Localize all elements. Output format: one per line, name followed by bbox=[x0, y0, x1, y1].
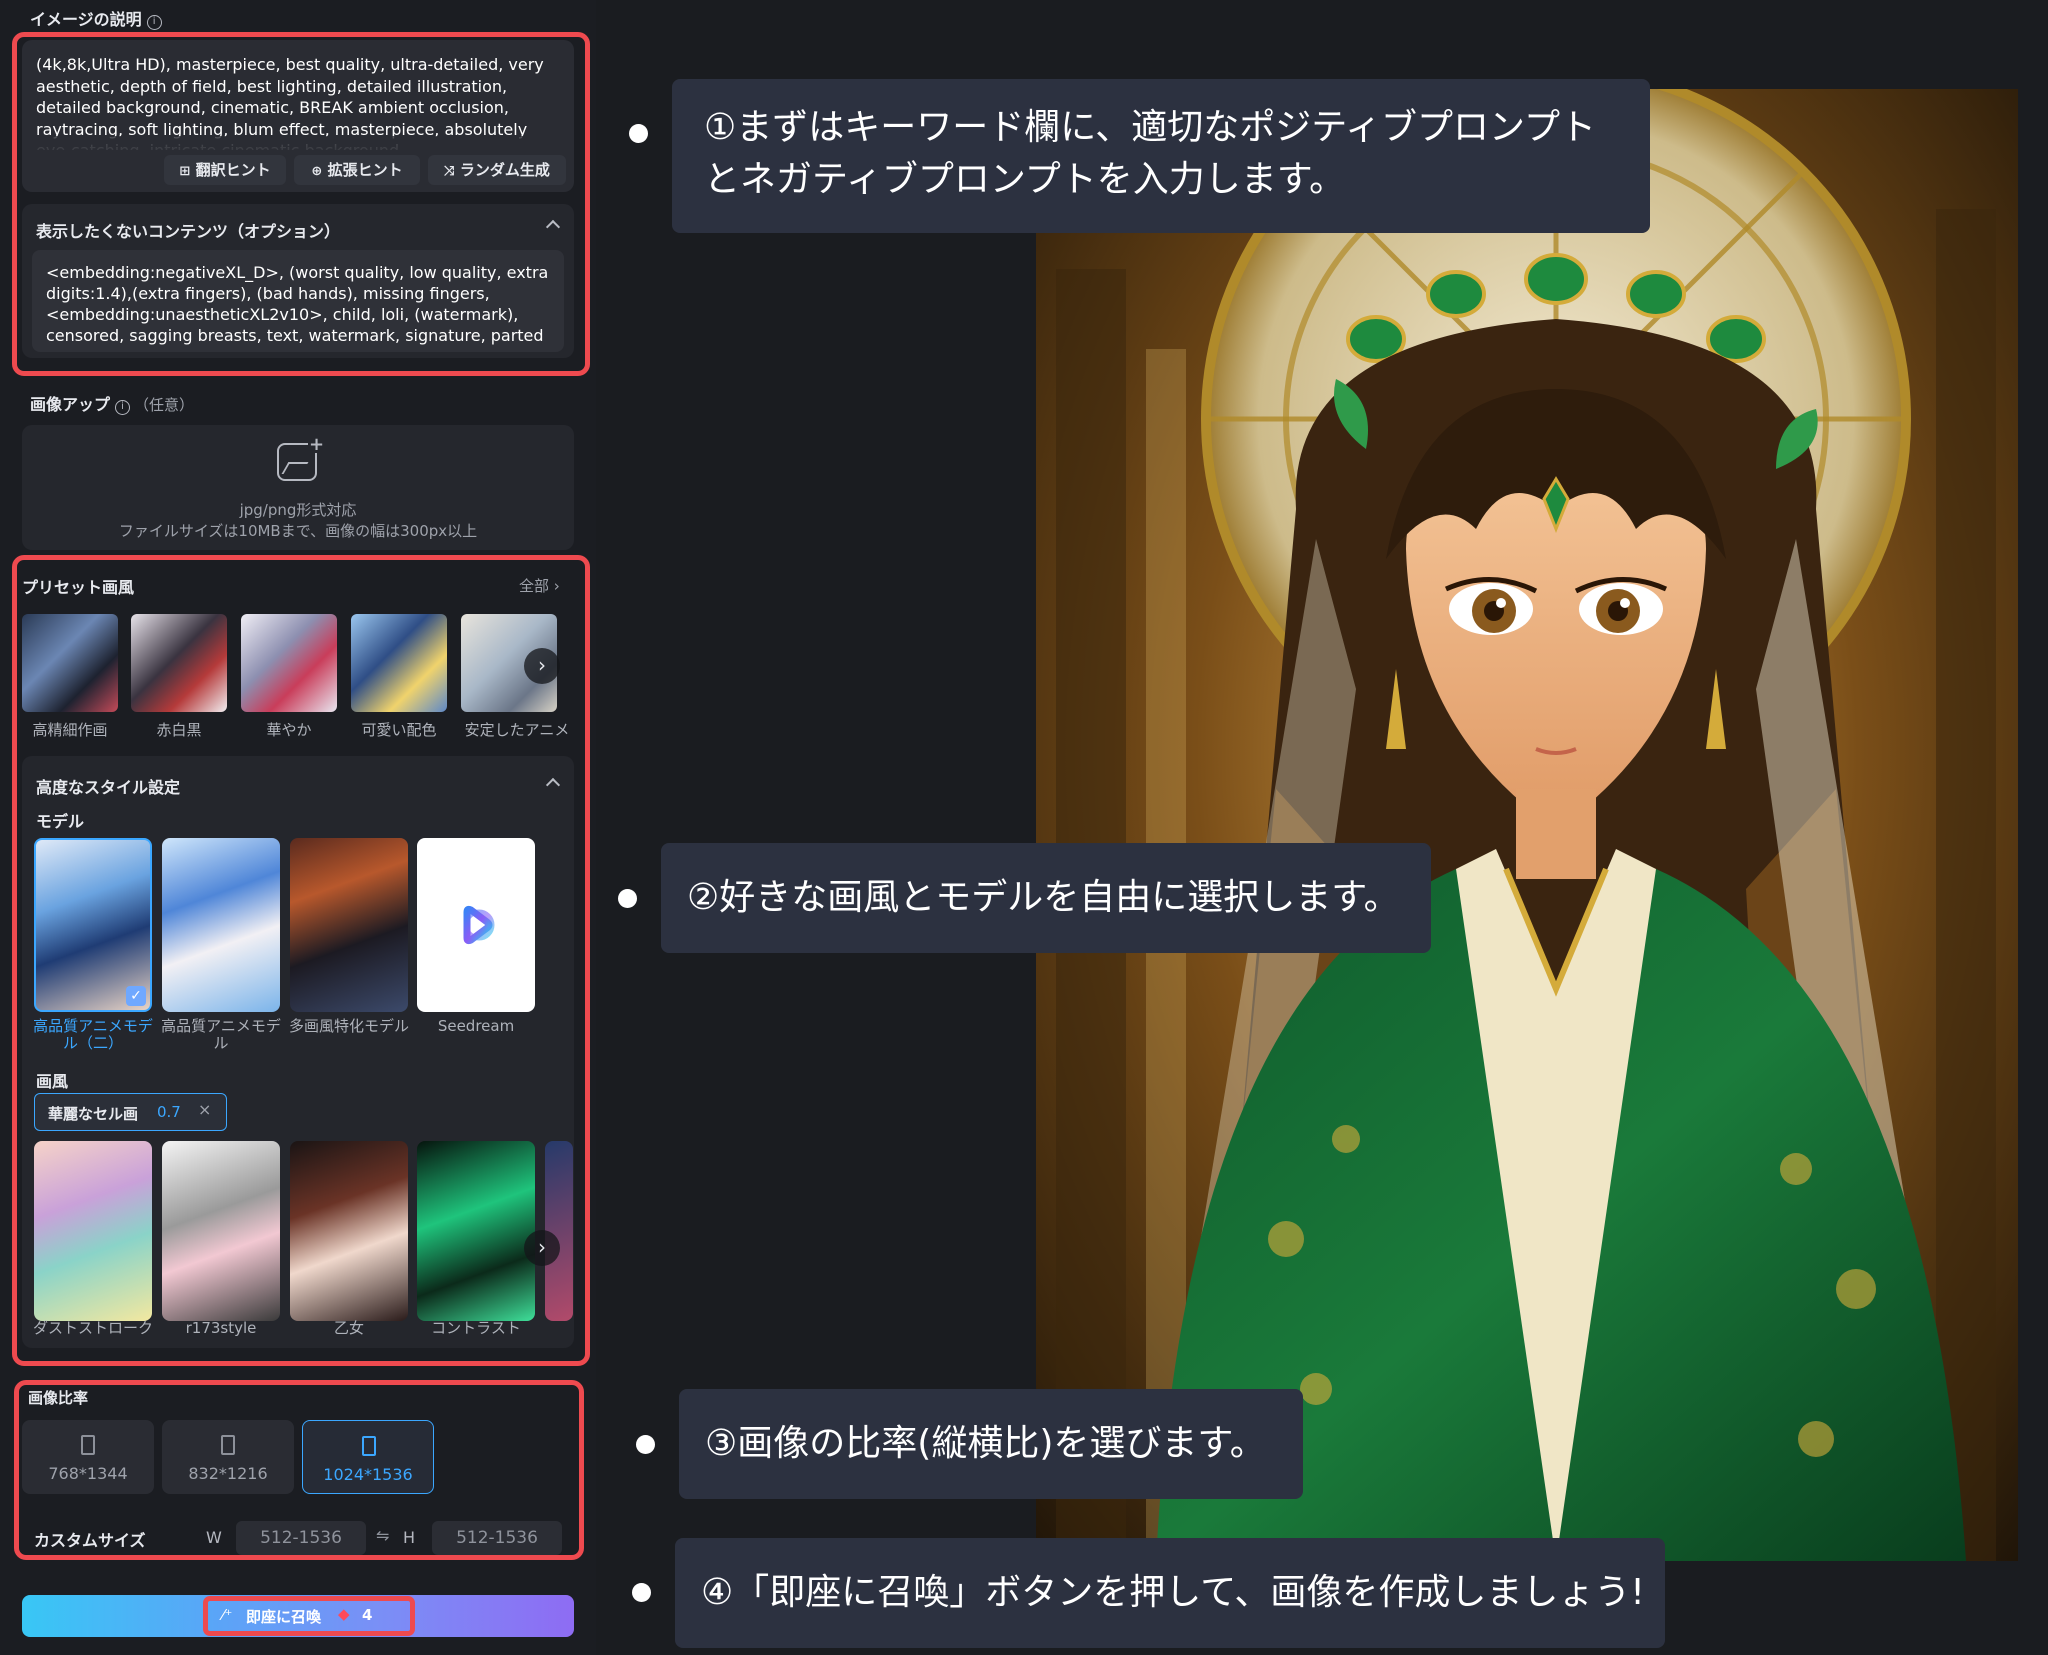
callout-step-4: ④「即座に召喚」ボタンを押して、画像を作成しましょう! bbox=[675, 1538, 1665, 1648]
callout-step-1: ①まずはキーワード欄に、適切なポジティブプロンプトとネガティブプロンプトを入力し… bbox=[672, 79, 1650, 233]
upload-format-text: jpg/png形式対応 bbox=[239, 501, 357, 519]
info-icon[interactable]: i bbox=[146, 15, 162, 30]
description-title-text: イメージの説明 bbox=[30, 10, 142, 29]
upload-title: 画像アップ i （任意） bbox=[30, 391, 194, 415]
settings-panel: イメージの説明 i (4k,8k,Ultra HD), masterpiece, … bbox=[0, 0, 596, 1655]
callout-step-3: ③画像の比率(縦横比)を選びます。 bbox=[679, 1389, 1303, 1499]
callout-bullet-4 bbox=[632, 1583, 651, 1602]
callout-step-3-text: ③画像の比率(縦横比)を選びます。 bbox=[705, 1423, 1266, 1464]
callout-step-1-text: ①まずはキーワード欄に、適切なポジティブプロンプトとネガティブプロンプトを入力し… bbox=[704, 107, 1596, 200]
summon-cost: 4 bbox=[362, 1606, 373, 1624]
callout-bullet-3 bbox=[636, 1435, 655, 1454]
highlight-box-prompts bbox=[12, 32, 590, 376]
image-upload-dropzone[interactable]: + jpg/png形式対応 ファイルサイズは10MBまで、画像の幅は300px以… bbox=[22, 425, 574, 550]
highlight-box-ratio bbox=[14, 1380, 584, 1560]
plus-icon: + bbox=[308, 434, 326, 455]
callout-bullet-2 bbox=[618, 889, 637, 908]
highlight-box-styles bbox=[12, 555, 590, 1366]
callout-step-2-text: ②好きな画風とモデルを自由に選択します。 bbox=[687, 877, 1400, 918]
callout-bullet-1 bbox=[629, 124, 648, 143]
summon-label: 即座に召喚 bbox=[246, 1608, 322, 1626]
callout-step-4-text: ④「即座に召喚」ボタンを押して、画像を作成しましょう! bbox=[701, 1572, 1645, 1613]
upload-size-text: ファイルサイズは10MBまで、画像の幅は300px以上 bbox=[118, 522, 478, 540]
info-icon[interactable]: i bbox=[115, 400, 131, 415]
callout-step-2: ②好きな画風とモデルを自由に選択します。 bbox=[661, 843, 1431, 953]
generated-image bbox=[1036, 89, 2018, 1561]
magic-wand-icon: ⁄⁺ bbox=[222, 1606, 233, 1624]
gem-icon: ◆ bbox=[338, 1605, 350, 1623]
upload-title-text: 画像アップ bbox=[30, 395, 111, 414]
description-title: イメージの説明 i bbox=[30, 6, 162, 30]
portrait-illustration bbox=[1036, 89, 2018, 1561]
upload-optional: （任意） bbox=[134, 396, 195, 414]
